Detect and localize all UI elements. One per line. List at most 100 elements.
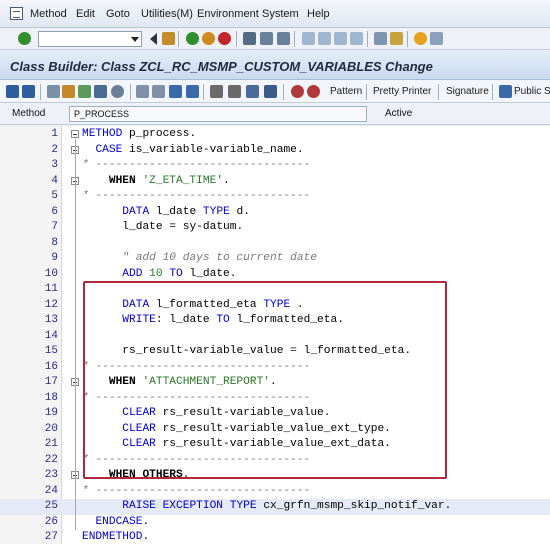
code-line[interactable]: 19 CLEAR rs_result-variable_value.	[0, 406, 550, 422]
code-text[interactable]: ENDCASE.	[82, 516, 149, 528]
code-text[interactable]: rs_result-variable_value = l_formatted_e…	[82, 345, 411, 357]
save-icon[interactable]	[162, 32, 175, 45]
signature-button[interactable]: Signature	[446, 86, 489, 97]
info-icon[interactable]	[264, 85, 277, 98]
collapse-icon[interactable]	[150, 33, 157, 45]
code-text[interactable]: ADD 10 TO l_date.	[82, 268, 236, 280]
code-text[interactable]: ENDMETHOD.	[82, 531, 149, 543]
public-section-button[interactable]: Public Se	[514, 86, 550, 97]
code-text[interactable]: WHEN 'Z_ETA_TIME'.	[82, 175, 230, 187]
activate-icon[interactable]	[62, 85, 75, 98]
code-text[interactable]: CLEAR rs_result-variable_value.	[82, 407, 330, 419]
shortcut-icon[interactable]	[390, 32, 403, 45]
menu-edit[interactable]: Edit	[76, 8, 95, 20]
object-list-icon[interactable]	[152, 85, 165, 98]
pattern-button[interactable]: Pattern	[330, 86, 362, 97]
check-icon[interactable]	[78, 85, 91, 98]
code-text[interactable]: CASE is_variable-variable_name.	[82, 144, 303, 156]
code-line[interactable]: 16 * --------------------------------	[0, 360, 550, 376]
code-text[interactable]: * --------------------------------	[82, 190, 310, 202]
code-text[interactable]: WHEN 'ATTACHMENT_REPORT'.	[82, 376, 277, 388]
prev-page-icon[interactable]	[318, 32, 331, 45]
code-text[interactable]: CLEAR rs_result-variable_value_ext_data.	[82, 438, 391, 450]
menu-system[interactable]: System	[262, 8, 299, 20]
code-line[interactable]: 23 WHEN OTHERS.	[0, 468, 550, 484]
back-arrow-icon[interactable]	[6, 85, 19, 98]
code-line[interactable]: 22 * --------------------------------	[0, 453, 550, 469]
code-line[interactable]: 13 WRITE: l_date TO l_formatted_eta.	[0, 313, 550, 329]
fold-toggle-icon[interactable]	[71, 130, 79, 138]
code-line[interactable]: 24 * --------------------------------	[0, 484, 550, 500]
code-text[interactable]: RAISE EXCEPTION TYPE cx_grfn_msmp_skip_n…	[82, 500, 451, 512]
code-text[interactable]: METHOD p_process.	[82, 128, 196, 140]
code-text[interactable]: DATA l_formatted_eta TYPE .	[82, 299, 303, 311]
code-text[interactable]: * --------------------------------	[82, 159, 310, 171]
code-line[interactable]: 12 DATA l_formatted_eta TYPE .	[0, 298, 550, 314]
session-breakpoint-icon[interactable]	[307, 85, 320, 98]
code-text[interactable]: CLEAR rs_result-variable_value_ext_type.	[82, 423, 391, 435]
breakpoint-icon[interactable]	[291, 85, 304, 98]
code-text[interactable]: * --------------------------------	[82, 392, 310, 404]
back-icon[interactable]	[186, 32, 199, 45]
test-icon[interactable]	[111, 85, 124, 98]
code-line[interactable]: 25 RAISE EXCEPTION TYPE cx_grfn_msmp_ski…	[0, 499, 550, 515]
first-page-icon[interactable]	[302, 32, 315, 45]
where-used-icon[interactable]	[94, 85, 107, 98]
find-icon[interactable]	[260, 32, 273, 45]
code-line[interactable]: 11	[0, 282, 550, 298]
app-menu-icon[interactable]	[10, 7, 23, 20]
code-line[interactable]: 15 rs_result-variable_value = l_formatte…	[0, 344, 550, 360]
pretty-printer-button[interactable]: Pretty Printer	[373, 86, 431, 97]
code-line[interactable]: 5 * --------------------------------	[0, 189, 550, 205]
code-area[interactable]: 1 METHOD p_process. 2 CASE is_variable-var…	[0, 126, 550, 544]
code-text[interactable]: WHEN OTHERS.	[82, 469, 190, 481]
code-text[interactable]: * --------------------------------	[82, 485, 310, 497]
layout-icon[interactable]	[430, 32, 443, 45]
code-line[interactable]: 8	[0, 236, 550, 252]
code-line[interactable]: 18 * --------------------------------	[0, 391, 550, 407]
code-line[interactable]: 4 WHEN 'Z_ETA_TIME'.	[0, 174, 550, 190]
menu-help[interactable]: Help	[307, 8, 330, 20]
code-text[interactable]: DATA l_date TYPE d.	[82, 206, 250, 218]
code-text[interactable]: " add 10 days to current date	[82, 252, 317, 264]
code-line[interactable]: 1 METHOD p_process.	[0, 127, 550, 143]
code-line[interactable]: 7 l_date = sy-datum.	[0, 220, 550, 236]
fullscreen-icon[interactable]	[246, 85, 259, 98]
find-next-icon[interactable]	[277, 32, 290, 45]
okcode-field[interactable]	[38, 31, 142, 47]
menu-method[interactable]: Method	[30, 8, 67, 20]
menu-goto[interactable]: Goto	[106, 8, 130, 20]
forward-arrow-icon[interactable]	[22, 85, 35, 98]
display-change-icon[interactable]	[47, 85, 60, 98]
tree-icon[interactable]	[228, 85, 241, 98]
new-session-icon[interactable]	[374, 32, 387, 45]
code-text[interactable]: * --------------------------------	[82, 361, 310, 373]
code-line[interactable]: 20 CLEAR rs_result-variable_value_ext_ty…	[0, 422, 550, 438]
code-line[interactable]: 2 CASE is_variable-variable_name.	[0, 143, 550, 159]
code-line[interactable]: 9 " add 10 days to current date	[0, 251, 550, 267]
code-line[interactable]: 26 ENDCASE.	[0, 515, 550, 531]
code-line[interactable]: 21 CLEAR rs_result-variable_value_ext_da…	[0, 437, 550, 453]
method-name-field[interactable]: P_PROCESS	[69, 106, 367, 122]
menu-environment[interactable]: Environment	[197, 8, 259, 20]
code-line[interactable]: 10 ADD 10 TO l_date.	[0, 267, 550, 283]
code-text[interactable]: * --------------------------------	[82, 454, 310, 466]
cancel-icon[interactable]	[218, 32, 231, 45]
code-line[interactable]: 27 ENDMETHOD.	[0, 530, 550, 544]
code-line[interactable]: 3 * --------------------------------	[0, 158, 550, 174]
enter-icon[interactable]	[18, 32, 31, 45]
code-text[interactable]: WRITE: l_date TO l_formatted_eta.	[82, 314, 344, 326]
display-object-icon[interactable]	[169, 85, 182, 98]
help-icon[interactable]	[414, 32, 427, 45]
print-icon[interactable]	[243, 32, 256, 45]
navigate-icon[interactable]	[186, 85, 199, 98]
hierarchy-icon[interactable]	[136, 85, 149, 98]
inheritance-icon[interactable]	[210, 85, 223, 98]
menu-utilities[interactable]: Utilities(M)	[141, 8, 193, 20]
exit-icon[interactable]	[202, 32, 215, 45]
code-line[interactable]: 6 DATA l_date TYPE d.	[0, 205, 550, 221]
code-text[interactable]: l_date = sy-datum.	[82, 221, 243, 233]
next-page-icon[interactable]	[334, 32, 347, 45]
code-editor[interactable]: 1 METHOD p_process. 2 CASE is_variable-var…	[0, 126, 550, 544]
code-line[interactable]: 14	[0, 329, 550, 345]
